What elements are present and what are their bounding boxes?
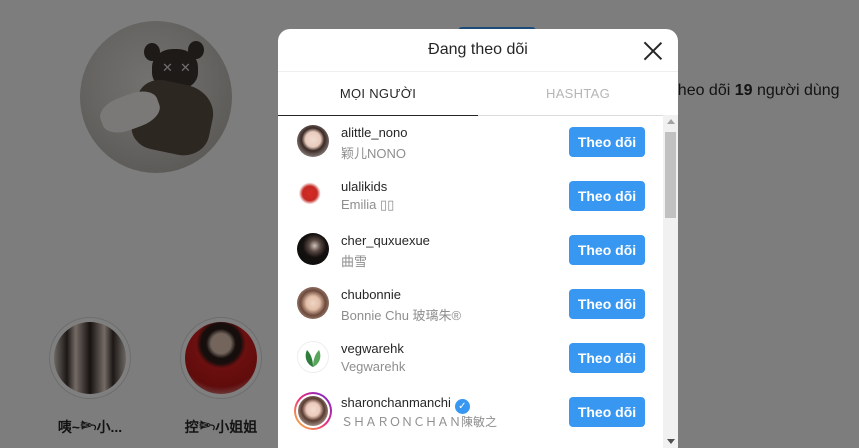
user-fullname: Emilia ▯▯ [341, 197, 395, 212]
follow-button[interactable]: Theo dõi [569, 127, 645, 157]
user-avatar-image [298, 396, 328, 426]
user-avatar[interactable] [297, 179, 329, 211]
follow-button[interactable]: Theo dõi [569, 235, 645, 265]
user-avatar[interactable] [297, 287, 329, 319]
modal-header: Đang theo dõi [278, 29, 678, 72]
list-item: ulalikids Emilia ▯▯ Theo dõi [278, 169, 662, 223]
close-icon[interactable] [642, 40, 664, 62]
username-text: sharonchanmanchi [341, 395, 451, 410]
user-avatar[interactable] [297, 341, 329, 373]
list-item: sharonchanmanchi ✓ ＳＨＡＲＯＮＣＨＡＮ陳敏之 Theo dõi [278, 385, 662, 439]
username-link[interactable]: vegwarehk [341, 341, 404, 356]
user-avatar[interactable] [297, 233, 329, 265]
following-modal: Đang theo dõi MỌI NGƯỜI HASHTAG alittle_… [278, 29, 678, 448]
user-avatar[interactable] [297, 125, 329, 157]
username-link[interactable]: cher_quxuexue [341, 233, 430, 248]
tab-hashtag[interactable]: HASHTAG [478, 72, 678, 115]
list-item: vegwarehk Vegwarehk Theo dõi [278, 331, 662, 385]
list-item: chubonnie Bonnie Chu 玻璃朱® Theo dõi [278, 277, 662, 331]
user-fullname: Bonnie Chu 玻璃朱® [341, 308, 462, 323]
user-fullname: Vegwarehk [341, 359, 406, 374]
list-item: alittle_nono 颖儿NONO Theo dõi [278, 115, 662, 169]
modal-title: Đang theo dõi [428, 41, 528, 58]
following-list: alittle_nono 颖儿NONO Theo dõi ulalikids E… [278, 115, 678, 448]
scroll-down-icon[interactable] [667, 439, 675, 444]
username-link[interactable]: alittle_nono [341, 125, 408, 140]
follow-button[interactable]: Theo dõi [569, 343, 645, 373]
leaf-logo-icon [305, 350, 321, 367]
username-link[interactable]: sharonchanmanchi ✓ [341, 395, 470, 414]
user-fullname: 曲雪 [341, 254, 368, 269]
username-link[interactable]: ulalikids [341, 179, 387, 194]
follow-button[interactable]: Theo dõi [569, 397, 645, 427]
user-avatar[interactable] [294, 392, 332, 430]
follow-button[interactable]: Theo dõi [569, 289, 645, 319]
scroll-up-icon[interactable] [667, 119, 675, 124]
user-fullname: 颖儿NONO [341, 146, 407, 161]
scrollbar[interactable] [663, 115, 678, 448]
tab-people[interactable]: MỌI NGƯỜI [278, 72, 478, 116]
modal-tabs: MỌI NGƯỜI HASHTAG [278, 72, 678, 116]
follow-button[interactable]: Theo dõi [569, 181, 645, 211]
scrollbar-thumb[interactable] [665, 132, 676, 218]
list-item: cher_quxuexue 曲雪 Theo dõi [278, 223, 662, 277]
user-fullname: ＳＨＡＲＯＮＣＨＡＮ陳敏之 [341, 415, 498, 429]
username-link[interactable]: chubonnie [341, 287, 401, 302]
verified-badge-icon: ✓ [454, 399, 470, 414]
